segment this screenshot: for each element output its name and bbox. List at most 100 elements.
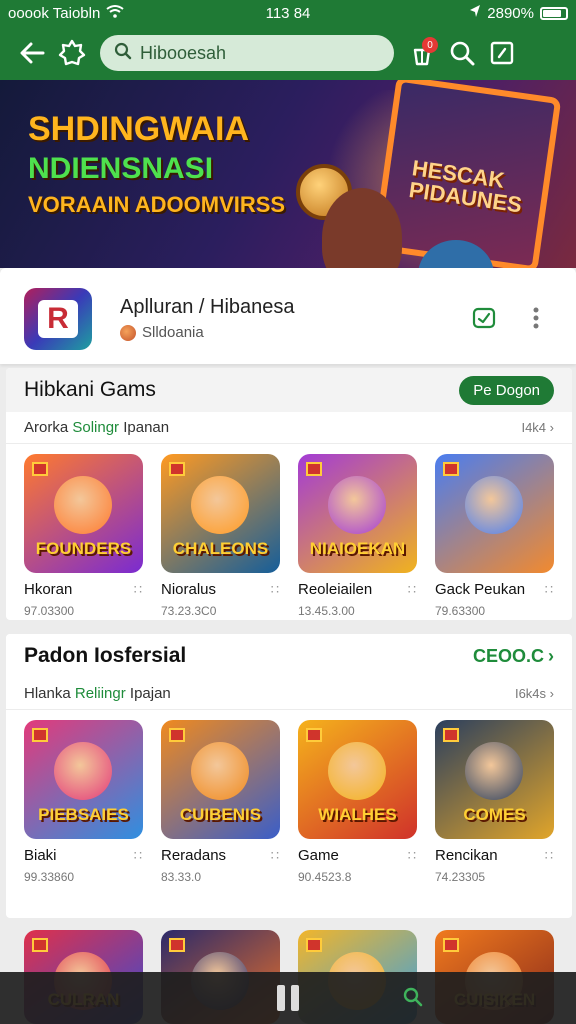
wifi-icon [106,4,124,22]
game-download-count: 83.33.0 [161,870,202,884]
game-thumbnail[interactable]: WIALHES [298,720,417,839]
game-download-count: 97.03300 [24,604,75,618]
game-title: Game [298,847,339,864]
more-options-icon[interactable]: ∷ [408,582,417,598]
thumbnail-badge [306,728,322,742]
more-options-icon[interactable]: ∷ [545,582,554,598]
app-subtitle: Slldoania [120,324,204,341]
more-options-icon[interactable]: ∷ [134,848,143,864]
subtitle-prefix: Hlanka [24,685,71,702]
game-tiles: FOUNDERS Hkoran ∷ 97.03300 CHALEONS Nioralus ∷… [6,444,572,618]
search-icon[interactable] [442,33,482,73]
tile-title-row: Hkoran ∷ [24,581,143,598]
more-options-icon[interactable]: ∷ [271,848,280,864]
battery-icon [540,6,568,20]
more-options-icon[interactable]: ∷ [271,582,280,598]
edit-square-icon[interactable] [482,33,522,73]
banner-subheadline: NDIENSNASI [28,152,214,185]
section-count[interactable]: I4k4 › [521,420,554,435]
section-subheader: Hlanka Reliingr Ipajan I6k4s › [6,678,572,710]
game-tile[interactable]: Gack Peukan ∷ 79.63300 [435,454,554,618]
subtitle-suffix: Ipanan [123,419,170,436]
game-download-count: 90.4523.8 [298,870,352,884]
game-download-count: 74.23305 [435,870,486,884]
install-check-icon[interactable] [472,306,496,335]
see-more-link[interactable]: CEOO.C › [473,646,554,667]
game-thumbnail[interactable]: CUIBENIS [161,720,280,839]
app-logo-icon: R [24,288,92,350]
tile-title-row: Biaki ∷ [24,847,143,864]
game-thumbnail[interactable]: FOUNDERS [24,454,143,573]
tile-title-row: Nioralus ∷ [161,581,280,598]
more-vert-icon[interactable] [532,306,540,335]
subtitle-suffix: Ipajan [129,685,171,702]
game-download-count: 73.23.3C0 [161,604,217,618]
thumbnail-badge [169,938,185,952]
game-title: Gack Peukan [435,581,526,598]
badge-star-icon[interactable] [52,33,92,73]
top-toolbar: Hibooesah 0 [0,26,576,80]
search-input[interactable]: Hibooesah [100,35,394,71]
character-illustration [54,742,112,800]
tile-title-row: Game ∷ [298,847,417,864]
game-wordmark: WIALHES [318,805,397,824]
game-thumbnail[interactable]: PIEBSAIES [24,720,143,839]
subtitle-highlight[interactable]: Reliingr [75,685,126,702]
chevron-right-icon: › [548,645,554,666]
section-subtitle: Hlanka Reliingr Ipajan [24,685,171,702]
section-action-button[interactable]: Pe Dogon [459,375,554,405]
thumbnail-badge [169,728,185,742]
featured-app-card[interactable]: R Aplluran / Hibanesa Slldoania [0,268,576,364]
section-header: Hibkani Gams Pe Dogon [6,368,572,412]
game-tile[interactable]: PIEBSAIES Biaki ∷ 99.33860 [24,720,143,884]
game-download-count: 79.63300 [435,604,486,618]
more-options-icon[interactable]: ∷ [408,848,417,864]
thumbnail-badge [32,462,48,476]
game-wordmark: PIEBSAIES [38,805,129,824]
more-options-icon[interactable]: ∷ [545,848,554,864]
search-icon [114,42,132,65]
banner-tagline: VORAAIN ADOOMVIRSS [28,192,286,217]
section-count-label: I4k4 [521,420,547,435]
location-icon [469,4,481,22]
game-thumbnail[interactable]: COMES [435,720,554,839]
clock: 113 84 [265,4,311,22]
tile-title-row: Rencikan ∷ [435,847,554,864]
back-arrow-icon[interactable] [12,33,52,73]
character-illustration [191,742,249,800]
game-tile[interactable]: CUIBENIS Reradans ∷ 83.33.0 [161,720,280,884]
game-download-count: 99.33860 [24,870,75,884]
section-subtitle: Arorka Solingr Ipanan [24,419,169,436]
game-wordmark: CHALEONS [172,539,269,558]
character-illustration [54,476,112,534]
section-title: Padon Iosfersial [24,644,187,667]
carrier-label: ooook Taiobln [8,4,101,22]
thumbnail-badge [443,938,459,952]
game-tile[interactable]: FOUNDERS Hkoran ∷ 97.03300 [24,454,143,618]
game-wordmark: NIAIOEKAN [309,539,406,558]
see-more-label: CEOO.C [472,645,544,666]
banner-headline: SHDINGWAIA [28,110,249,148]
battery-percent: 2890% [487,4,534,22]
section-subheader: Arorka Solingr Ipanan I4k4 › [6,412,572,444]
thumbnail-badge [306,462,322,476]
game-tile[interactable]: CHALEONS Nioralus ∷ 73.23.3C0 [161,454,280,618]
section-games: Hibkani Gams Pe Dogon Arorka Solingr Ipa… [6,368,572,620]
zoom-search-icon[interactable] [402,986,424,1013]
game-title: Nioralus [161,581,217,598]
game-wordmark: COMES [463,805,526,824]
section-count[interactable]: I6k4s › [515,686,554,701]
gift-notification-button[interactable]: 0 [402,33,442,73]
game-tile[interactable]: NIAIOEKAN Reoleiailen ∷ 13.45.3.00 [298,454,417,618]
game-tile[interactable]: WIALHES Game ∷ 90.4523.8 [298,720,417,884]
pause-icon[interactable] [277,985,299,1011]
game-tile[interactable]: COMES Rencikan ∷ 74.23305 [435,720,554,884]
game-thumbnail[interactable]: CHALEONS [161,454,280,573]
thumbnail-badge [169,462,185,476]
subtitle-highlight[interactable]: Solingr [72,419,119,436]
more-options-icon[interactable]: ∷ [134,582,143,598]
tile-title-row: Gack Peukan ∷ [435,581,554,598]
developer-avatar [120,324,136,341]
game-thumbnail[interactable]: NIAIOEKAN [298,454,417,573]
game-thumbnail[interactable] [435,454,554,573]
